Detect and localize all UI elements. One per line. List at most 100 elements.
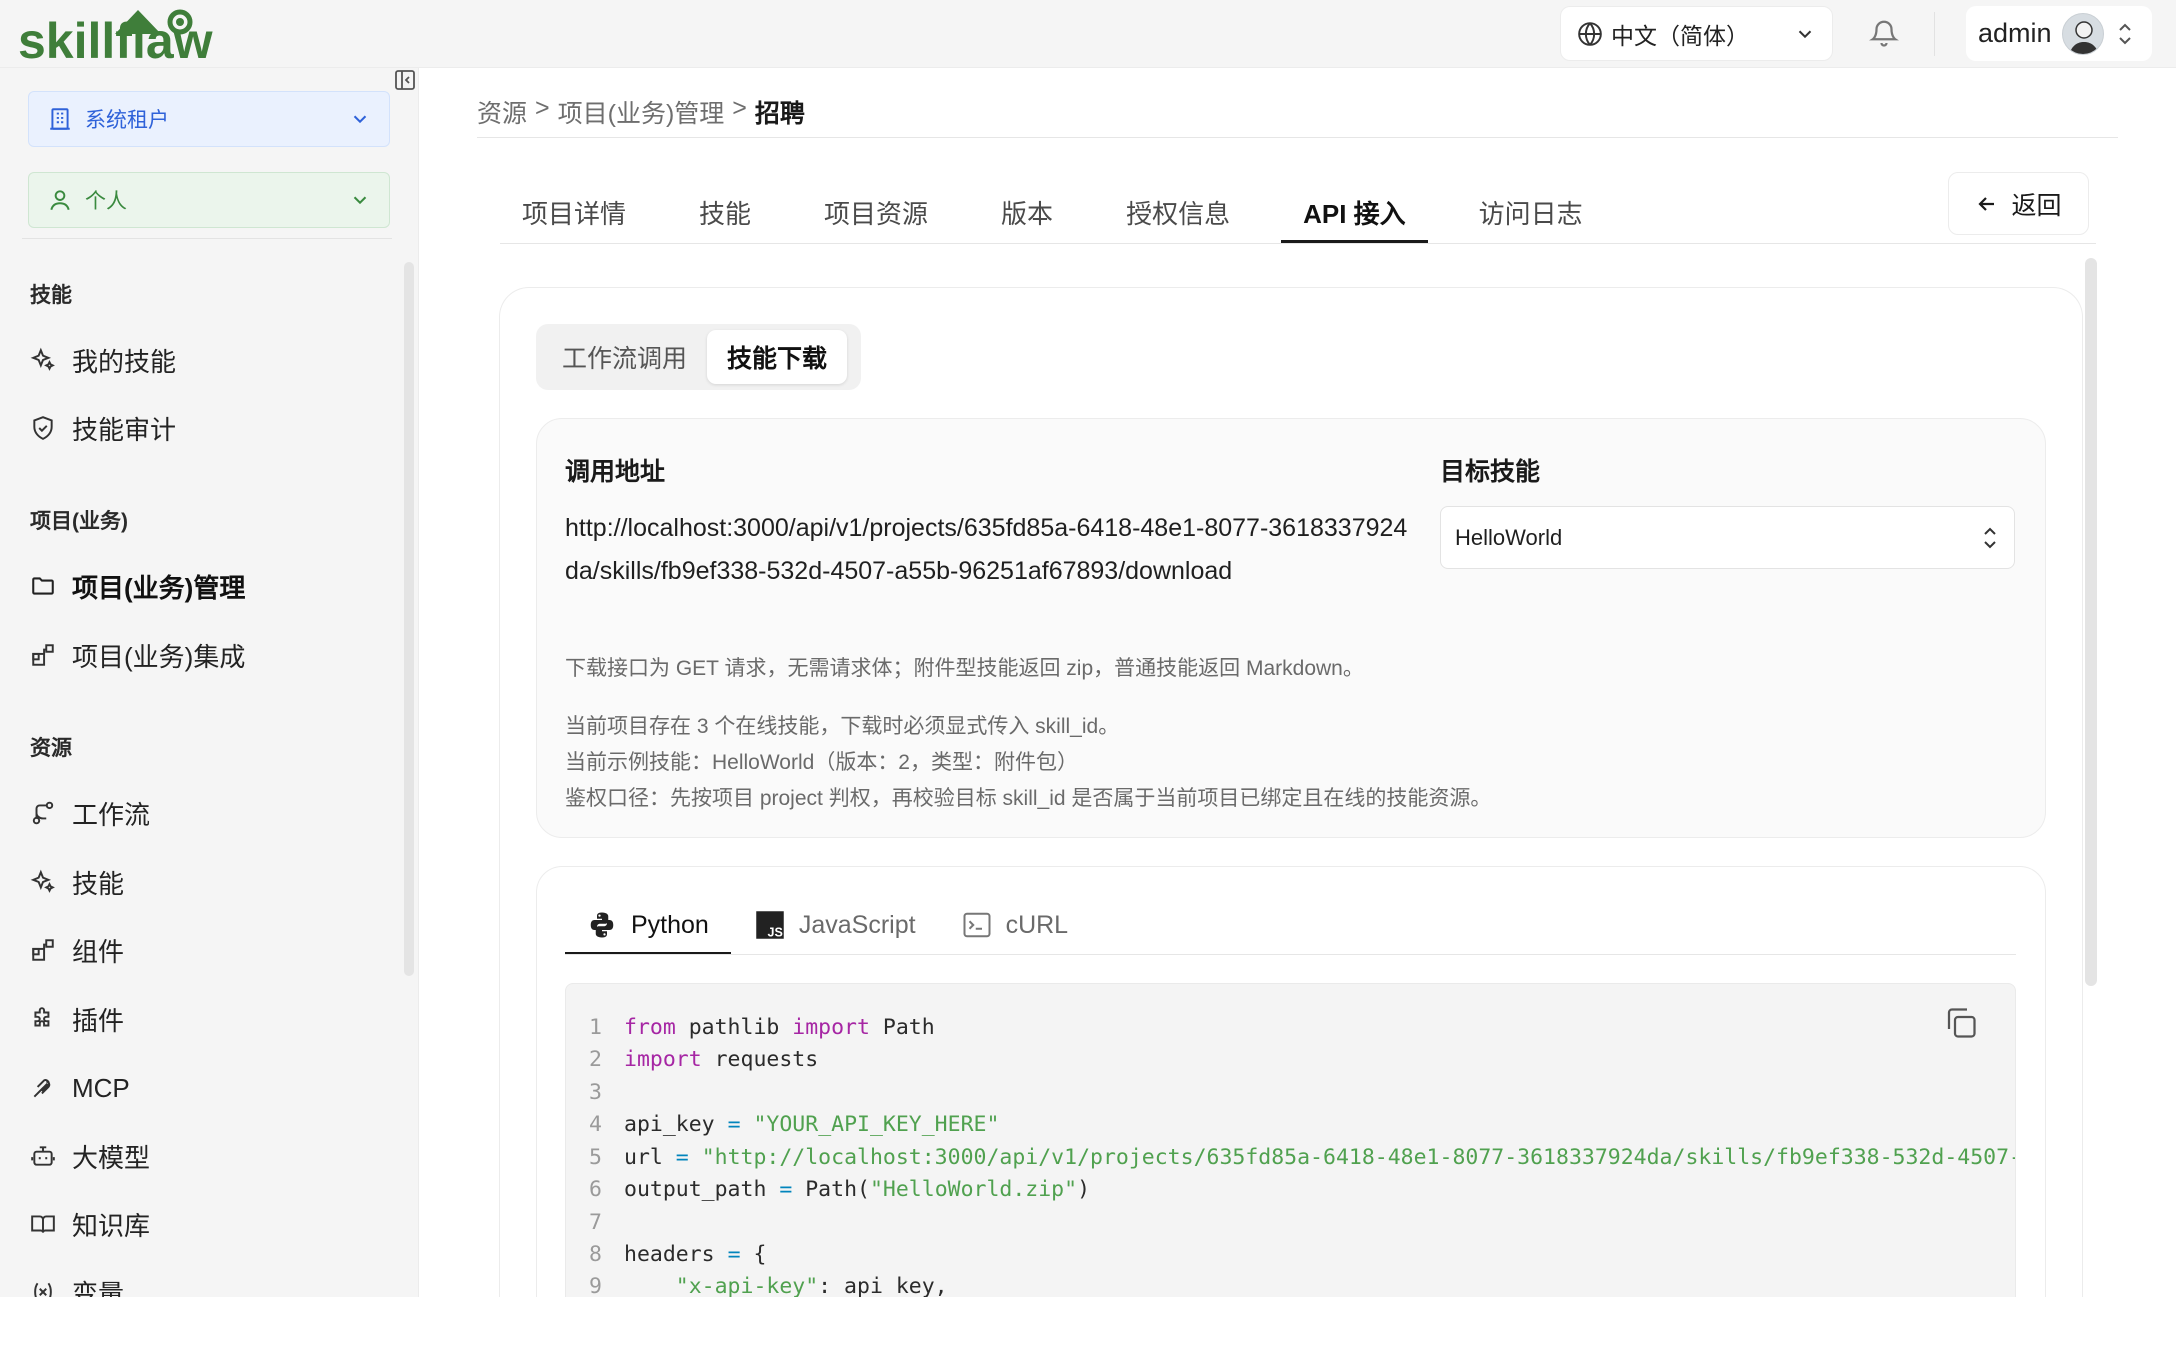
tab-project-details[interactable]: 项目详情 (500, 180, 648, 244)
globe-icon (1578, 21, 1602, 46)
breadcrumb: 资源 > 项目(业务)管理 > 招聘 (477, 94, 805, 130)
sidebar-item-label: 插件 (72, 1005, 125, 1036)
blocks-icon (32, 939, 54, 961)
chevron-down-icon (353, 115, 367, 124)
tab-access-logs[interactable]: 访问日志 (1457, 180, 1605, 244)
tenant-selector[interactable]: 系统租户 (28, 91, 390, 147)
breadcrumb-item-project-management[interactable]: 项目(业务)管理 (558, 94, 725, 130)
tab-python[interactable]: Python (565, 896, 731, 955)
note-skill-count: 当前项目存在 3 个在线技能，下载时必须显式传入 skill_id。 (565, 715, 1120, 738)
puzzle-icon (34, 1007, 50, 1027)
user-icon (50, 190, 70, 211)
tenant-label: 系统租户 (85, 109, 169, 132)
sidebar-item-label: 工作流 (72, 799, 151, 830)
copy-icon[interactable] (1943, 1005, 1979, 1041)
sidebar-item-skill-audit[interactable]: 技能审计 (30, 406, 176, 450)
breadcrumb-item-resources[interactable]: 资源 (477, 94, 527, 130)
folder-icon (32, 577, 54, 595)
code-language-tabs: Python JS JavaScript cURL (565, 896, 1092, 955)
sparkle-icon (30, 869, 55, 893)
chevron-updown-icon (2118, 23, 2131, 44)
code-token: headers (624, 1242, 728, 1267)
sidebar-item-label: 项目(业务)集成 (72, 641, 246, 672)
code-token: { (740, 1242, 767, 1267)
username: admin (1978, 18, 2052, 48)
sidebar-section-projects: 项目(业务) (30, 510, 128, 533)
shield-check-icon (33, 416, 53, 440)
workspace-label: 个人 (85, 190, 127, 213)
code-token: import (624, 1047, 702, 1072)
sidebar-scrollbar[interactable] (404, 262, 414, 976)
code-token: output_path (624, 1177, 780, 1202)
sidebar-section-skills: 技能 (30, 284, 72, 307)
tabs-divider (500, 243, 2096, 244)
workspace-selector[interactable]: 个人 (28, 172, 390, 228)
code-line: 6 output_path = Path("HelloWorld.zip") (566, 1177, 1090, 1207)
code-token: ) (1077, 1177, 1091, 1202)
code-text: "x-api-key": api_key, (624, 1274, 948, 1297)
mcp-icon (33, 1079, 51, 1098)
collapse-sidebar-icon[interactable] (393, 68, 417, 92)
code-line: 8 headers = { (566, 1242, 766, 1272)
sidebar-item-label: MCP (72, 1072, 130, 1103)
line-number: 9 (589, 1274, 602, 1297)
building-icon (50, 108, 70, 130)
line-number: 6 (589, 1177, 602, 1202)
sidebar-item-workflow[interactable]: 工作流 (30, 791, 150, 835)
tab-api-access[interactable]: API 接入 (1281, 180, 1428, 244)
sidebar-item-label: 项目(业务)管理 (72, 572, 246, 603)
back-label: 返回 (2011, 191, 2062, 220)
segment-workflow-call[interactable]: 工作流调用 (542, 330, 707, 384)
sidebar-item-project-management[interactable]: 项目(业务)管理 (30, 564, 245, 608)
content-scrollbar[interactable] (2085, 258, 2097, 986)
code-token: from (624, 1015, 676, 1040)
target-skill-select[interactable]: HelloWorld (1440, 506, 2015, 569)
code-token: url (624, 1145, 676, 1170)
sidebar-item-plugins[interactable]: 插件 (30, 997, 124, 1041)
sidebar-item-skills[interactable]: 技能 (30, 860, 124, 904)
sidebar-item-llm[interactable]: 大模型 (30, 1134, 150, 1178)
code-text: from pathlib import Path (624, 1015, 935, 1045)
svg-text:JS: JS (767, 925, 782, 939)
code-token: "HelloWorld.zip" (869, 1177, 1078, 1202)
tab-javascript[interactable]: JS JavaScript (733, 896, 938, 954)
code-block[interactable]: 1 from pathlib import Path 2 import request… (565, 983, 2016, 1297)
workflow-icon (32, 801, 54, 825)
code-token: Path (869, 1015, 935, 1040)
tab-authorization[interactable]: 授权信息 (1104, 180, 1252, 244)
code-tabs-divider (565, 954, 2016, 955)
code-line: 4 api_key = "YOUR_API_KEY_HERE" (566, 1112, 999, 1142)
sidebar-item-components[interactable]: 组件 (30, 928, 124, 972)
sidebar-item-label: 组件 (72, 936, 125, 967)
breadcrumb-separator: > (732, 94, 747, 122)
line-number: 4 (589, 1112, 602, 1137)
sidebar-item-project-integration[interactable]: 项目(业务)集成 (30, 633, 245, 677)
code-token: Path( (792, 1177, 870, 1202)
code-token: pathlib (675, 1015, 793, 1040)
user-menu[interactable]: admin (1966, 6, 2152, 61)
chevron-updown-icon (1984, 527, 1996, 548)
sidebar-item-knowledge-base[interactable]: 知识库 (30, 1202, 150, 1246)
tab-curl[interactable]: cURL (940, 896, 1091, 954)
back-button[interactable]: 返回 (1948, 172, 2089, 235)
code-token: = (779, 1177, 793, 1202)
code-token: requests (701, 1047, 819, 1072)
bell-icon[interactable] (1869, 16, 1899, 50)
segment-skill-download[interactable]: 技能下载 (707, 330, 848, 384)
tab-project-resources[interactable]: 项目资源 (802, 180, 950, 244)
code-line: 9 "x-api-key": api_key, (566, 1274, 948, 1297)
line-number: 7 (589, 1210, 602, 1235)
tab-label: Python (631, 910, 709, 939)
book-icon (31, 1215, 55, 1233)
language-selector[interactable]: 中文（简体） (1560, 6, 1833, 61)
page-bottom-area (0, 1297, 2176, 1368)
skillflaw-logo[interactable]: skillflaw (18, 4, 248, 62)
sidebar-item-my-skills[interactable]: 我的技能 (30, 338, 176, 382)
code-token: = (675, 1145, 689, 1170)
tab-skills[interactable]: 技能 (677, 180, 773, 244)
tab-versions[interactable]: 版本 (979, 180, 1075, 244)
topbar-divider (1934, 12, 1935, 56)
sidebar-item-mcp[interactable]: MCP (30, 1066, 130, 1110)
code-token: "x-api-key" (675, 1274, 819, 1297)
